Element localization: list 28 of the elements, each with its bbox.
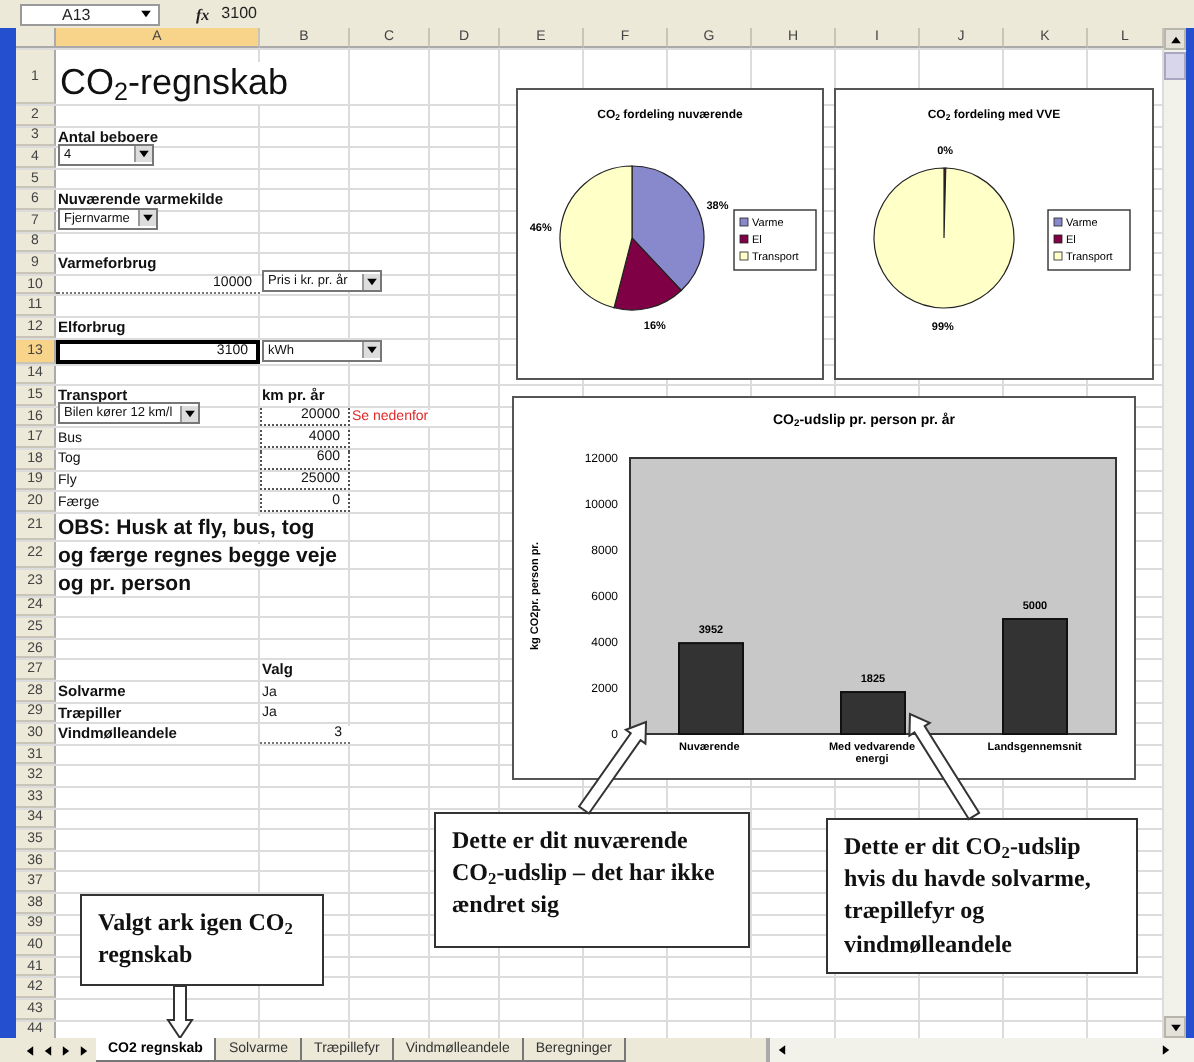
first-sheet-button[interactable] <box>21 1041 37 1059</box>
caret-icon[interactable] <box>137 210 156 227</box>
caret-icon[interactable] <box>180 405 199 422</box>
callout-text: Dette er dit CO$_{2}$-udslip hvis du havde solvarme, træpillefyr og vindmølleandele <box>844 830 1093 960</box>
caret-icon[interactable] <box>362 342 380 359</box>
previous-sheet-button[interactable] <box>39 1041 55 1059</box>
callout-text: Valgt ark igen CO$_{2}$ regnskab <box>98 906 295 971</box>
callout-text: Dette er dit nuværende CO$_{2}$-udslip – det har ikke ændret sig <box>452 824 717 922</box>
table-cell: CO$_{2}$-regnskab <box>56 62 291 104</box>
table-cell: og færge regnes begge veje <box>56 543 339 568</box>
horizontal-scrollbar[interactable] <box>766 1038 1194 1062</box>
bar <box>1002 618 1068 735</box>
pie-slice <box>873 167 1015 309</box>
bar <box>678 642 744 735</box>
next-sheet-button[interactable] <box>57 1041 73 1059</box>
legend-box <box>1047 209 1131 271</box>
caret-icon[interactable] <box>134 146 152 163</box>
left-arrow-icon[interactable] <box>774 1042 791 1058</box>
right-arrow-icon[interactable] <box>1158 1042 1174 1058</box>
legend-box <box>733 209 817 271</box>
last-sheet-button[interactable] <box>75 1041 91 1059</box>
table-cell: OBS: Husk at fly, bus, tog <box>56 515 317 540</box>
caret-icon[interactable] <box>138 6 154 22</box>
name-box[interactable]: A13 <box>20 3 160 25</box>
function-label[interactable]: fx <box>196 5 210 23</box>
caret-icon[interactable] <box>362 273 380 290</box>
bar <box>840 691 906 735</box>
scroll-thumb[interactable] <box>1164 52 1186 80</box>
